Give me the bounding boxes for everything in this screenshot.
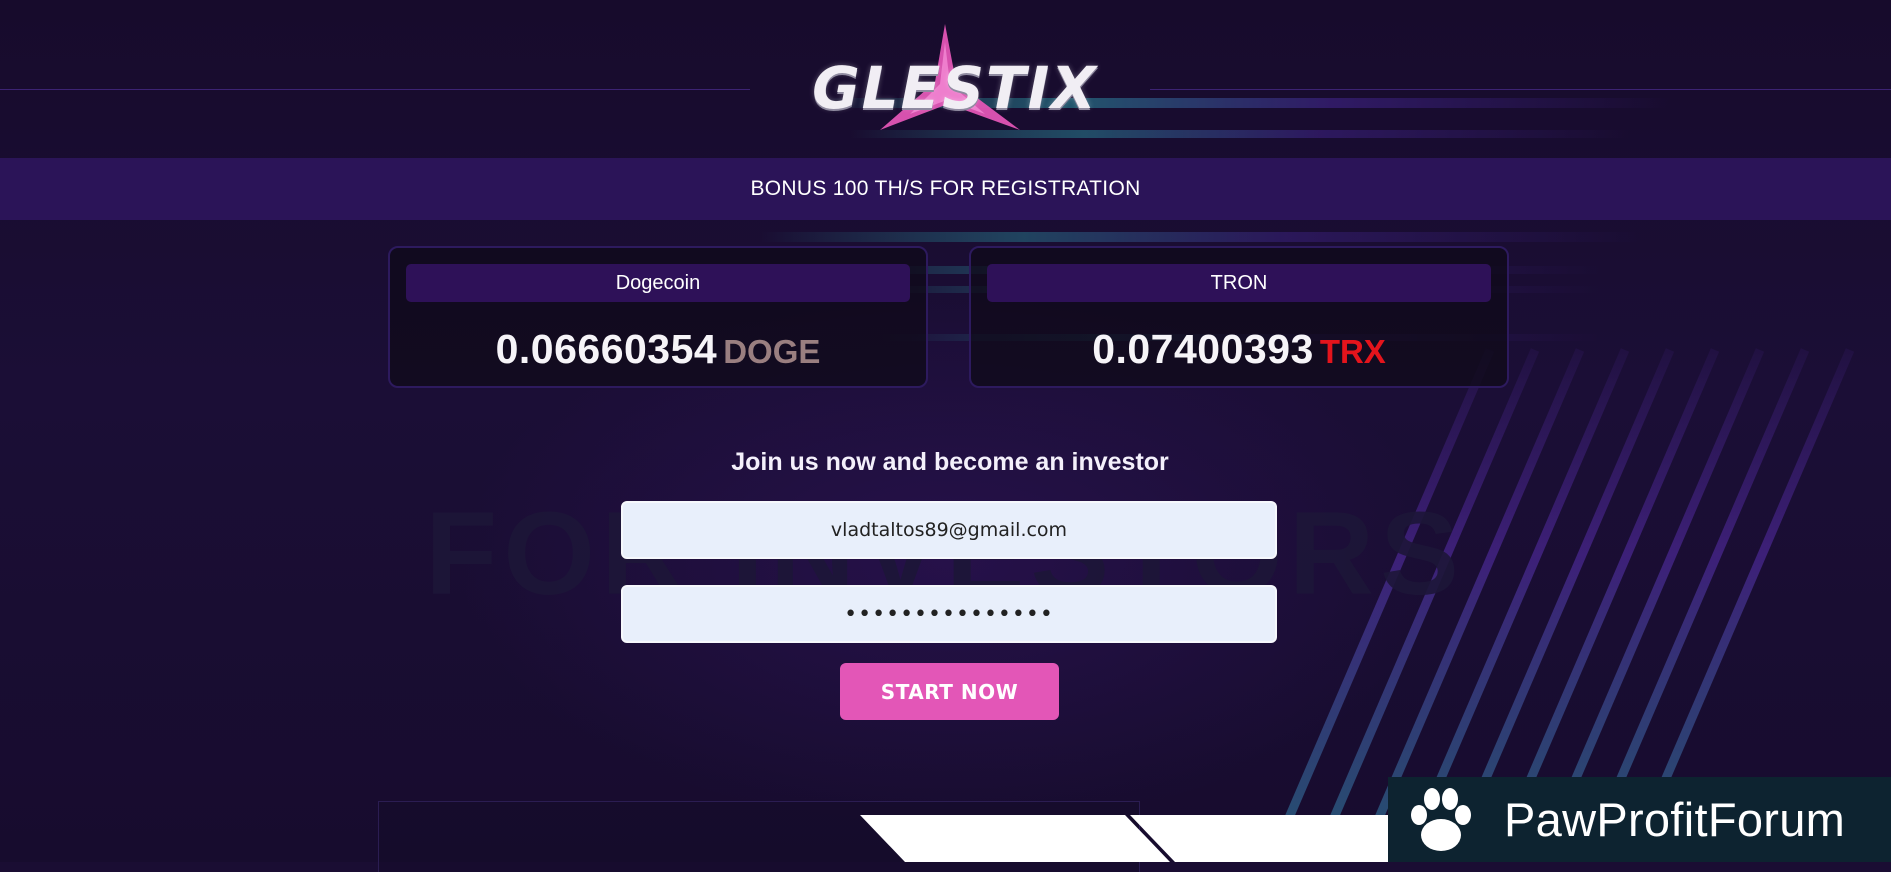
coin-card-title: Dogecoin (406, 264, 910, 302)
coin-card-dogecoin: Dogecoin 0.06660354 DOGE (388, 246, 928, 388)
header-divider-right (1150, 89, 1891, 90)
coin-balance-symbol: DOGE (723, 333, 821, 370)
header-divider-left (0, 89, 750, 90)
coin-balance: 0.06660354 DOGE (390, 326, 926, 373)
forum-badge-text: PawProfitForum (1504, 793, 1846, 846)
coin-balance-symbol: TRX (1319, 333, 1386, 370)
bonus-banner: BONUS 100 TH/S FOR REGISTRATION (0, 158, 1891, 220)
password-field[interactable] (621, 585, 1277, 643)
pawprofitforum-badge: PawProfitForum (1388, 777, 1891, 862)
glestix-logo[interactable]: GLESTIX (770, 22, 1140, 134)
logo-text: GLESTIX (812, 54, 1098, 122)
decorative-white-shape (860, 815, 1390, 862)
coin-balance-value: 0.07400393 (1092, 326, 1314, 372)
coin-card-tron: TRON 0.07400393 TRX (969, 246, 1509, 388)
join-heading: Join us now and become an investor (731, 448, 1169, 476)
start-now-button[interactable]: START NOW (840, 663, 1059, 720)
coin-card-title: TRON (987, 264, 1491, 302)
bonus-banner-text: BONUS 100 TH/S FOR REGISTRATION (750, 177, 1141, 200)
coin-balance: 0.07400393 TRX (971, 326, 1507, 373)
paw-icon (1411, 787, 1471, 851)
email-field[interactable] (621, 501, 1277, 559)
coin-balance-value: 0.06660354 (495, 326, 718, 372)
